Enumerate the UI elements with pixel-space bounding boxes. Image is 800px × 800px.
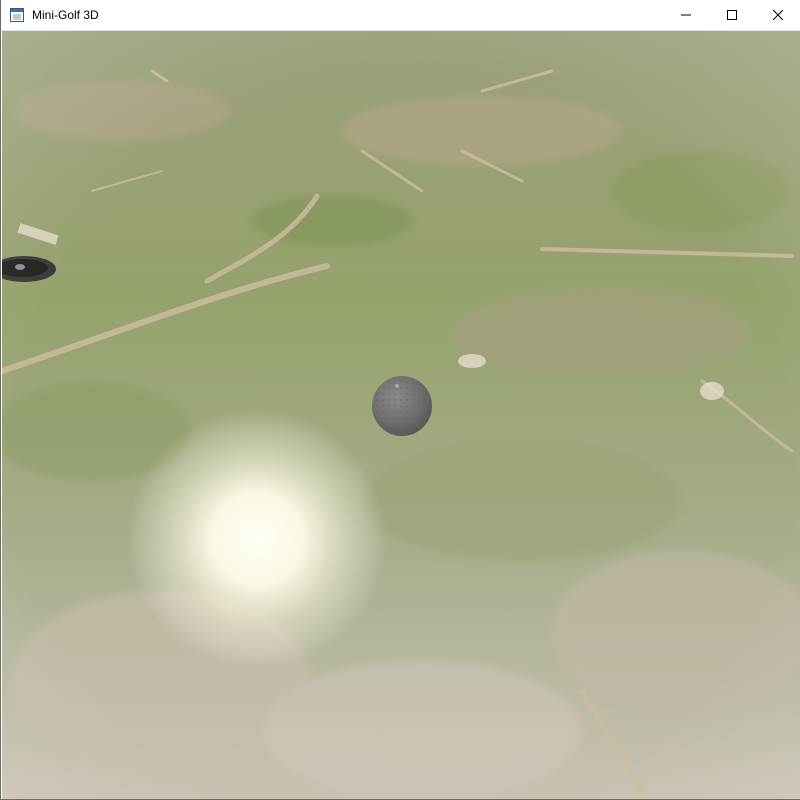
app-window-icon bbox=[10, 8, 24, 22]
haze-overlay bbox=[2, 31, 800, 799]
scene-canvas[interactable] bbox=[2, 31, 800, 799]
window-title: Mini-Golf 3D bbox=[32, 8, 99, 22]
close-button[interactable] bbox=[755, 0, 800, 30]
minimize-icon bbox=[681, 14, 691, 16]
maximize-icon bbox=[727, 10, 737, 20]
game-window: Mini-Golf 3D bbox=[0, 0, 800, 800]
title-bar[interactable]: Mini-Golf 3D bbox=[1, 0, 800, 31]
close-icon bbox=[773, 10, 783, 20]
maximize-button[interactable] bbox=[709, 0, 755, 30]
game-viewport[interactable] bbox=[2, 31, 800, 799]
minimize-button[interactable] bbox=[663, 0, 709, 30]
